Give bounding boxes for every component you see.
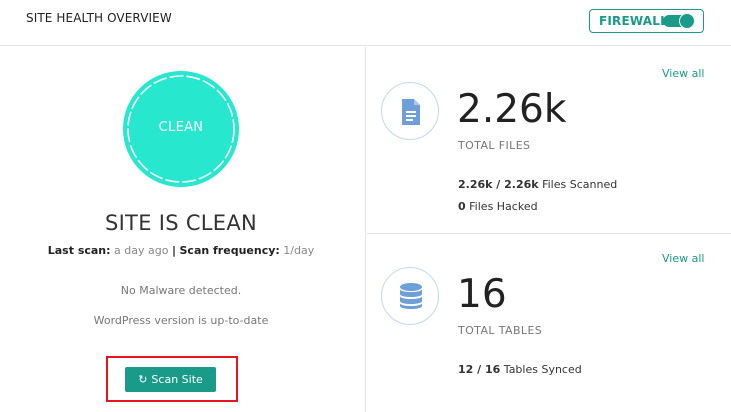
last-scan-label: Last scan: [47, 244, 111, 257]
scan-frequency-value: 1/day [283, 244, 315, 257]
files-hacked-value: 0 [458, 200, 466, 213]
firewall-switch[interactable] [663, 13, 695, 29]
switch-knob [679, 13, 695, 29]
scan-site-label: Scan Site [151, 373, 203, 386]
total-files-value: 2.26k [457, 87, 567, 132]
files-hacked-stat: 0 Files Hacked [458, 200, 538, 213]
total-files-label: TOTAL FILES [458, 139, 531, 152]
total-tables-value: 16 [457, 272, 507, 317]
firewall-label: FIREWALL [599, 14, 668, 28]
refresh-icon: ↻ [138, 373, 148, 386]
files-hacked-text: Files Hacked [469, 200, 538, 213]
clean-status-badge: CLEAN [119, 67, 243, 191]
document-icon [381, 82, 439, 140]
page-title: SITE HEALTH OVERVIEW [26, 11, 172, 25]
firewall-toggle[interactable]: FIREWALL [589, 9, 704, 33]
files-panel: View all 2.26k TOTAL FILES 2.26k / 2.26k… [367, 47, 731, 234]
tables-view-all-link[interactable]: View all [662, 252, 704, 265]
malware-message: No Malware detected. [120, 284, 242, 297]
wordpress-version-message: WordPress version is up-to-date [93, 314, 269, 327]
site-status-heading: SITE IS CLEAN [104, 211, 258, 235]
scan-info: Last scan: a day ago | Scan frequency: 1… [0, 244, 362, 257]
tables-panel: View all 16 TOTAL TABLES 12 / 16 Tables … [367, 235, 731, 412]
total-tables-label: TOTAL TABLES [458, 324, 543, 337]
overview-header: SITE HEALTH OVERVIEW FIREWALL [0, 0, 731, 46]
files-view-all-link[interactable]: View all [662, 67, 704, 80]
files-scanned-text: Files Scanned [542, 178, 618, 191]
scan-frequency-label: Scan frequency: [179, 244, 280, 257]
scan-site-button[interactable]: ↻ Scan Site [125, 367, 216, 392]
health-panel: CLEAN SITE IS CLEAN Last scan: a day ago… [0, 47, 366, 412]
last-scan-value: a day ago [114, 244, 169, 257]
tables-synced-value: 12 / 16 [458, 363, 501, 376]
database-icon [381, 267, 439, 325]
scan-info-separator: | [171, 244, 176, 257]
files-scanned-value: 2.26k / 2.26k [458, 178, 539, 191]
files-scanned-stat: 2.26k / 2.26k Files Scanned [458, 178, 617, 191]
clean-badge-text: CLEAN [158, 120, 204, 135]
tables-synced-stat: 12 / 16 Tables Synced [458, 363, 582, 376]
tables-synced-text: Tables Synced [503, 363, 582, 376]
